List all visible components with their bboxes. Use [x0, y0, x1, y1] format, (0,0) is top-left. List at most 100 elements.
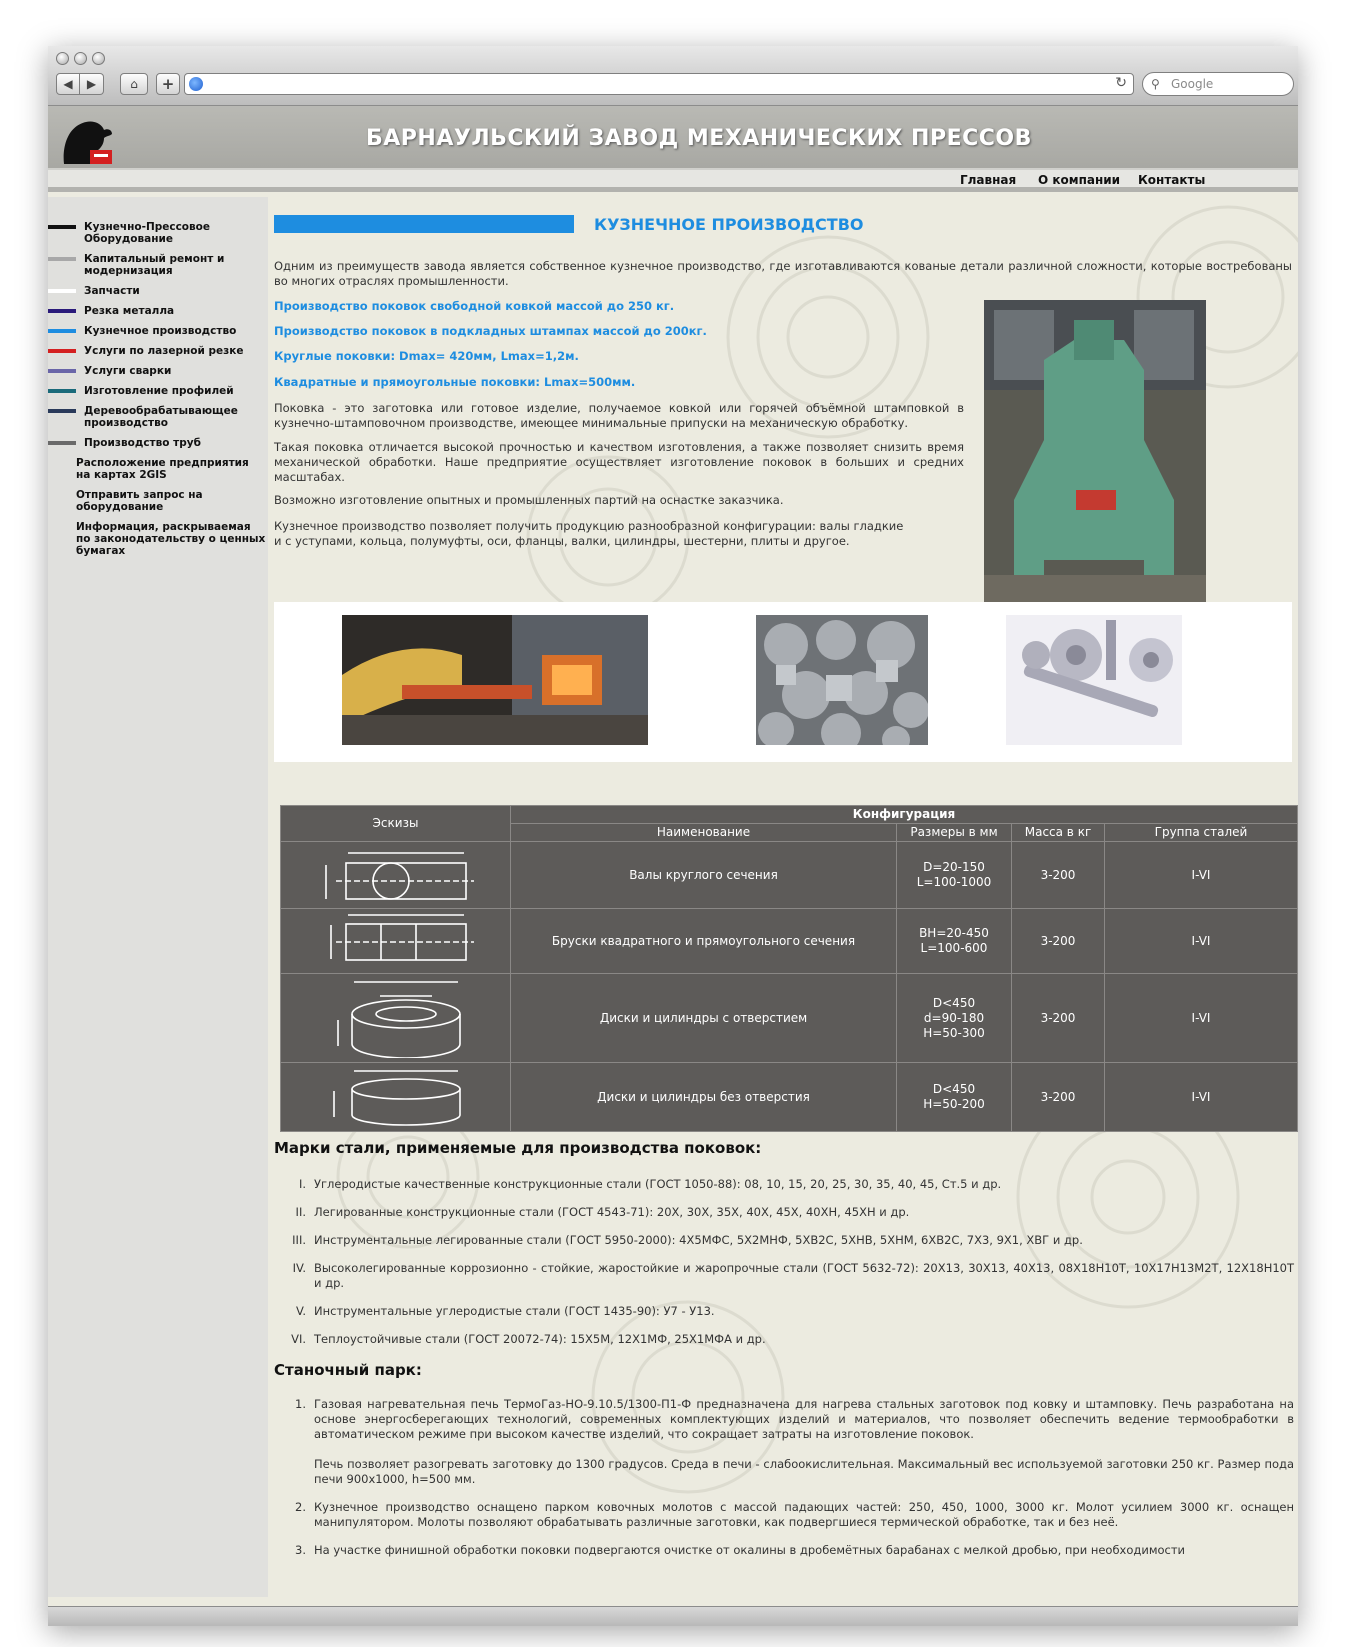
- search-icon: ⚲: [1151, 77, 1160, 91]
- nav-home-link[interactable]: Главная: [960, 173, 1016, 187]
- list-number: III.: [292, 1233, 306, 1247]
- cell-group: I-VI: [1104, 973, 1298, 1063]
- sidebar-item-laser-cutting[interactable]: Услуги по лазерной резке: [48, 345, 268, 357]
- nav-about-link[interactable]: О компании: [1038, 173, 1120, 187]
- factory-logo-icon[interactable]: [60, 116, 118, 166]
- sidebar-link-label: Отправить запрос на оборудование: [76, 489, 203, 513]
- sidebar-item-label: Кузнечно-Прессовое Оборудование: [84, 221, 211, 245]
- list-item: II. Легированные конструкционные стали (Г…: [296, 1205, 1294, 1220]
- sidebar-link-label: Расположение предприятия на картах 2GIS: [76, 457, 249, 481]
- col-mass: Масса в кг: [1011, 823, 1105, 842]
- list-number: I.: [298, 1177, 306, 1191]
- cell-mass: 3-200: [1011, 1062, 1105, 1132]
- park-list: 1. Газовая нагревательная печь ТермоГаз-Н…: [295, 1397, 1294, 1571]
- sidebar-bar: [48, 257, 76, 261]
- cell-mass: 3-200: [1011, 973, 1105, 1063]
- list-item: VI. Теплоустойчивые стали (ГОСТ 20072-74)…: [291, 1332, 1294, 1347]
- close-window-icon[interactable]: [56, 52, 69, 65]
- highlight-round-forgings: Круглые поковки: Dmax= 420мм, Lmax=1,2м.: [274, 349, 579, 363]
- table-row: Бруски квадратного и прямоугольного сече…: [280, 908, 1298, 974]
- cell-size: BH=20-450 L=100-600: [896, 908, 1012, 974]
- park-heading: Станочный парк:: [274, 1361, 422, 1379]
- col-sketches: Эскизы: [280, 805, 511, 842]
- sidebar-item-woodworking[interactable]: Деревообрабатывающее производство: [48, 405, 268, 429]
- sidebar-item-label: Услуги по лазерной резке: [84, 345, 244, 357]
- list-text: Теплоустойчивые стали (ГОСТ 20072-74): 1…: [314, 1332, 766, 1346]
- photo-strip: [274, 602, 1292, 762]
- sidebar-item-repair[interactable]: Капитальный ремонт и модернизация: [48, 253, 268, 277]
- globe-icon: [189, 77, 203, 91]
- sidebar-item-forging[interactable]: Кузнечное производство: [48, 325, 268, 337]
- reload-icon[interactable]: ↻: [1115, 75, 1127, 91]
- hot-forging-photo: [342, 615, 648, 745]
- cell-group: I-VI: [1104, 841, 1298, 909]
- title-accent-bar: [274, 215, 574, 233]
- sidebar-item-label: Изготовление профилей: [84, 385, 234, 397]
- list-item: V. Инструментальные углеродистые стали (Г…: [296, 1304, 1294, 1319]
- sidebar-item-pipes[interactable]: Производство труб: [48, 437, 268, 449]
- sidebar-bar: [48, 309, 76, 313]
- cell-size: D=20-150 L=100-1000: [896, 841, 1012, 909]
- cell-size: D<450 H=50-200: [896, 1062, 1012, 1132]
- sidebar-item-profiles[interactable]: Изготовление профилей: [48, 385, 268, 397]
- cell-group: I-VI: [1104, 1062, 1298, 1132]
- cell-name: Диски и цилиндры с отверстием: [510, 973, 897, 1063]
- forging-quality: Такая поковка отличается высокой прочнос…: [274, 440, 964, 484]
- highlight-free-forging: Производство поковок свободной ковкой ма…: [274, 299, 675, 313]
- sidebar-link-disclosure[interactable]: Информация, раскрываемая по законодатель…: [48, 521, 268, 557]
- col-size: Размеры в мм: [896, 823, 1012, 842]
- sidebar-bar: [48, 441, 76, 445]
- sketch-ring-icon: [280, 973, 511, 1063]
- zoom-window-icon[interactable]: [92, 52, 105, 65]
- list-text: На участке финишной обработки поковки по…: [314, 1543, 1186, 1557]
- list-number: V.: [295, 1304, 306, 1318]
- list-number: 3.: [295, 1543, 306, 1557]
- home-button[interactable]: ⌂: [120, 73, 148, 95]
- forging-hammer-photo: [984, 300, 1206, 602]
- top-navigation: Главная О компании Контакты: [48, 170, 1298, 192]
- list-number: 1.: [295, 1397, 306, 1411]
- list-item: 3. На участке финишной обработки поковки …: [295, 1543, 1294, 1558]
- forward-button[interactable]: ▶: [80, 73, 104, 95]
- minimize-window-icon[interactable]: [74, 52, 87, 65]
- forging-definition: Поковка - это заготовка или готовое изде…: [274, 401, 964, 430]
- nav-contacts-link[interactable]: Контакты: [1138, 173, 1205, 187]
- highlight-die-forging: Производство поковок в подкладных штампа…: [274, 324, 707, 338]
- sidebar-bar: [48, 329, 76, 333]
- sidebar-item-parts[interactable]: Запчасти: [48, 285, 268, 297]
- list-number: VI.: [291, 1332, 306, 1346]
- address-bar[interactable]: ↻: [184, 73, 1134, 95]
- cell-group: I-VI: [1104, 908, 1298, 974]
- cell-mass: 3-200: [1011, 908, 1105, 974]
- sketch-bar-icon: [280, 908, 511, 974]
- sidebar-item-welding[interactable]: Услуги сварки: [48, 365, 268, 377]
- sidebar-bar: [48, 349, 76, 353]
- sidebar-bar: [48, 289, 76, 293]
- search-placeholder: Google: [1171, 77, 1214, 91]
- custom-tooling: Возможно изготовление опытных и промышле…: [274, 493, 784, 507]
- window-controls: [56, 52, 105, 65]
- status-bar: [48, 1606, 1298, 1626]
- list-number: IV.: [292, 1261, 306, 1275]
- list-item: 1. Газовая нагревательная печь ТермоГаз-Н…: [295, 1397, 1294, 1487]
- sidebar-item-metal-cutting[interactable]: Резка металла: [48, 305, 268, 317]
- add-bookmark-button[interactable]: +: [156, 73, 180, 95]
- sidebar-item-press-equipment[interactable]: Кузнечно-Прессовое Оборудование: [48, 221, 268, 245]
- sketch-round-shaft-icon: [280, 841, 511, 909]
- site-banner: БАРНАУЛЬСКИЙ ЗАВОД МЕХАНИЧЕСКИХ ПРЕССОВ: [48, 106, 1298, 170]
- sidebar-link-request[interactable]: Отправить запрос на оборудование: [48, 489, 268, 513]
- sidebar-item-label: Услуги сварки: [84, 365, 172, 377]
- sidebar-bar: [48, 389, 76, 393]
- list-text: Инструментальные легированные стали (ГОС…: [314, 1233, 1083, 1247]
- sidebar-bar: [48, 225, 76, 229]
- cell-mass: 3-200: [1011, 841, 1105, 909]
- search-input[interactable]: ⚲ Google: [1142, 72, 1294, 96]
- sidebar-item-label: Резка металла: [84, 305, 175, 317]
- steels-heading: Марки стали, применяемые для производств…: [274, 1139, 762, 1157]
- sidebar-link-2gis[interactable]: Расположение предприятия на картах 2GIS: [48, 457, 268, 481]
- page-title: КУЗНЕЧНОЕ ПРОИЗВОДСТВО: [594, 215, 864, 234]
- sidebar-link-label: Информация, раскрываемая по законодатель…: [76, 521, 266, 557]
- highlight-square-forgings: Квадратные и прямоугольные поковки: Lmax…: [274, 375, 636, 389]
- back-button[interactable]: ◀: [56, 73, 80, 95]
- list-number: 2.: [295, 1500, 306, 1514]
